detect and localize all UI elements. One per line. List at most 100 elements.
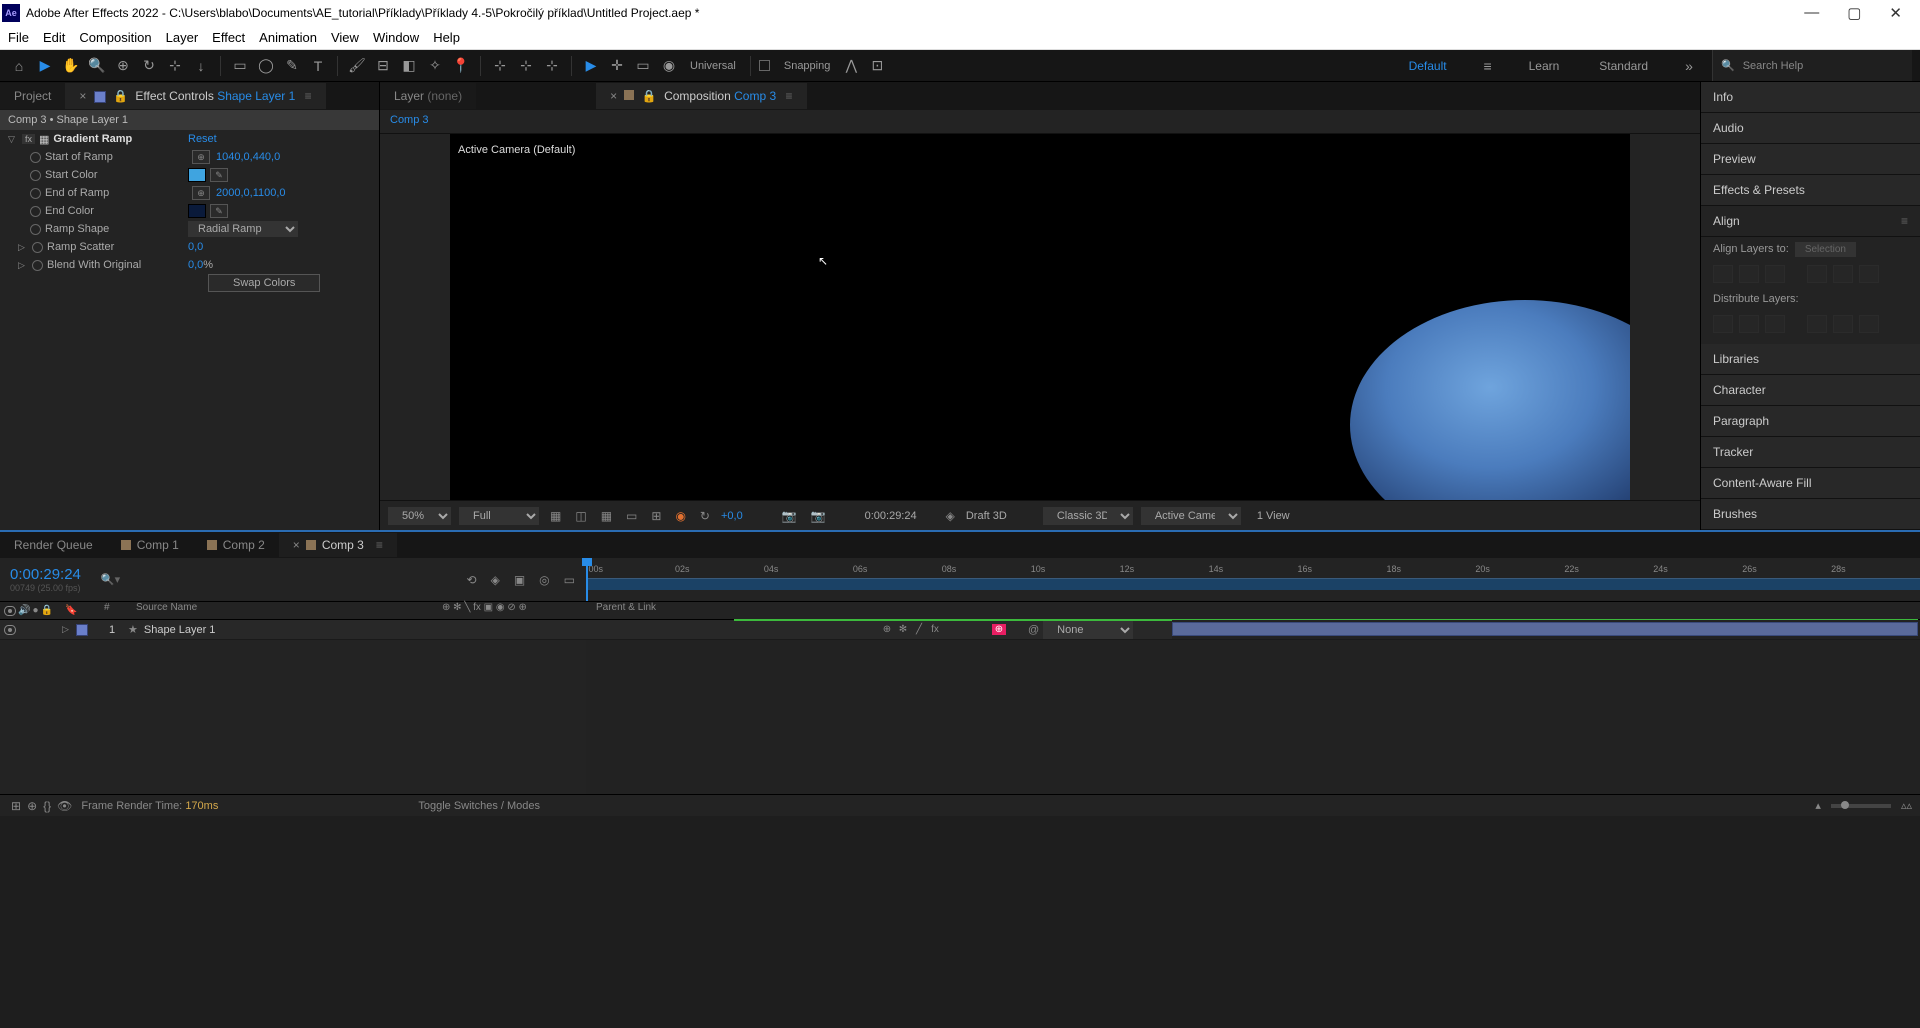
panel-brushes[interactable]: Brushes (1701, 499, 1920, 530)
guides-icon[interactable]: ▭ (623, 509, 640, 523)
workspace-menu-icon[interactable]: ≡ (1477, 55, 1499, 77)
time-ruler[interactable]: :00s02s04s06s08s10s12s14s16s18s20s22s24s… (586, 558, 1920, 601)
exposure-value[interactable]: +0,0 (721, 510, 743, 522)
plus-icon[interactable]: ✛ (606, 55, 628, 77)
crosshair-icon[interactable]: ⊕ (192, 186, 210, 200)
home-tool[interactable]: ⌂ (8, 55, 30, 77)
audio-col-icon[interactable]: 🔊 (18, 605, 30, 616)
draft3d-icon[interactable]: ◈ (943, 509, 958, 523)
reset-exposure-icon[interactable]: ↻ (697, 509, 713, 523)
current-timecode[interactable]: 0:00:29:24 (10, 566, 81, 583)
minimize-button[interactable]: — (1804, 4, 1819, 22)
timeline-empty-area[interactable] (0, 640, 1920, 794)
panel-preview[interactable]: Preview (1701, 144, 1920, 175)
sw-shy[interactable]: ⊕ (880, 624, 894, 635)
grid-icon[interactable]: ▦ (598, 509, 615, 523)
video-col-icon[interactable] (4, 606, 16, 616)
zoom-in-icon[interactable]: ▵▵ (1901, 799, 1912, 812)
zoom-select[interactable]: 50% (388, 507, 451, 525)
parent-select[interactable]: None (1043, 621, 1133, 639)
layer-visibility-toggle[interactable] (4, 625, 16, 635)
reset-link[interactable]: Reset (188, 133, 217, 145)
footer-ic2[interactable]: ⊕ (24, 799, 40, 813)
menu-layer[interactable]: Layer (166, 30, 199, 45)
shy-icon[interactable]: ⟲ (464, 573, 480, 587)
start-color-swatch[interactable] (188, 168, 206, 182)
dist-left-icon[interactable] (1713, 315, 1733, 333)
workspace-standard[interactable]: Standard (1589, 55, 1658, 77)
view-axis-icon[interactable]: ⊹ (541, 55, 563, 77)
align-selection-dropdown[interactable]: Selection (1795, 242, 1856, 257)
dist-bottom-icon[interactable] (1859, 315, 1879, 333)
footer-ic3[interactable]: {} (40, 799, 54, 813)
maximize-button[interactable]: ▢ (1847, 4, 1861, 22)
layer-name[interactable]: Shape Layer 1 (144, 624, 216, 636)
prop-ramp-scatter[interactable]: ▷ Ramp Scatter 0,0 (0, 238, 379, 256)
close-button[interactable]: ✕ (1889, 4, 1902, 22)
ramp-shape-select[interactable]: Radial Ramp (188, 221, 298, 237)
motion-blur-icon[interactable]: ▣ (511, 573, 528, 587)
tab-comp1[interactable]: Comp 1 (107, 533, 193, 557)
menu-window[interactable]: Window (373, 30, 419, 45)
prop-start-of-ramp[interactable]: Start of Ramp ⊕ 1040,0,440,0 (0, 148, 379, 166)
prop-ramp-shape[interactable]: Ramp Shape Radial Ramp (0, 220, 379, 238)
panel-effects-presets[interactable]: Effects & Presets (1701, 175, 1920, 206)
clone-tool[interactable]: ⊟ (372, 55, 394, 77)
view-count[interactable]: 1 View (1257, 510, 1290, 522)
footer-ic4[interactable]: 👁 (54, 799, 75, 813)
col-parent[interactable]: Parent & Link (586, 602, 734, 619)
anchor-tool[interactable]: ↓ (190, 55, 212, 77)
selection-tool[interactable]: ▶ (34, 55, 56, 77)
end-color-swatch[interactable] (188, 204, 206, 218)
panel-info[interactable]: Info (1701, 82, 1920, 113)
menu-composition[interactable]: Composition (79, 30, 151, 45)
snap-opt-icon[interactable]: ⋀ (840, 55, 862, 77)
zoom-tool[interactable]: 🔍 (86, 55, 108, 77)
puppet-tool[interactable]: 📍 (450, 55, 472, 77)
composition-viewer[interactable]: Active Camera (Default) ↖ (450, 134, 1630, 500)
tab-project[interactable]: Project (0, 83, 65, 109)
sw-collapse[interactable]: ✻ (896, 624, 910, 635)
preview-timecode[interactable]: 0:00:29:24 (865, 510, 917, 522)
sw-fx[interactable]: fx (928, 624, 942, 635)
graph-icon[interactable]: ◎ (536, 573, 552, 587)
draft3d-label[interactable]: Draft 3D (966, 510, 1007, 522)
panel-align[interactable]: Align≡ (1701, 206, 1920, 237)
renderer-select[interactable]: Classic 3D (1043, 507, 1133, 525)
pan-behind-tool[interactable]: ⊹ (164, 55, 186, 77)
panel-content-aware-fill[interactable]: Content-Aware Fill (1701, 468, 1920, 499)
align-top-icon[interactable] (1807, 265, 1827, 283)
menu-help[interactable]: Help (433, 30, 460, 45)
layer-row-1[interactable]: ▷ 1 ★ Shape Layer 1 ⊕ ✻ ╱ fx ⊕ @ None (0, 620, 1920, 640)
footer-ic1[interactable]: ⊞ (8, 799, 24, 813)
tab-layer[interactable]: Layer (none) (380, 83, 476, 109)
align-left-icon[interactable] (1713, 265, 1733, 283)
prop-end-of-ramp[interactable]: End of Ramp ⊕ 2000,0,1100,0 (0, 184, 379, 202)
hand-tool[interactable]: ✋ (60, 55, 82, 77)
timeline-search[interactable]: 🔍▾ (101, 573, 428, 586)
dist-hcenter-icon[interactable] (1739, 315, 1759, 333)
shape-layer-sphere[interactable] (1350, 300, 1630, 500)
snapping-checkbox[interactable] (759, 60, 770, 71)
col-num[interactable]: # (100, 602, 124, 619)
menu-view[interactable]: View (331, 30, 359, 45)
composition-breadcrumb[interactable]: Comp 3 (380, 110, 1700, 134)
show-snapshot-icon[interactable]: 📷 (808, 509, 829, 523)
camera-select[interactable]: Active Camer... (1141, 507, 1241, 525)
mask-icon[interactable]: ◫ (572, 509, 589, 523)
col-source-name[interactable]: Source Name (124, 602, 438, 619)
pen-tool[interactable]: ✎ (281, 55, 303, 77)
playhead[interactable] (586, 558, 588, 601)
eraser-tool[interactable]: ◧ (398, 55, 420, 77)
color-mgmt-icon[interactable]: ◉ (672, 509, 688, 523)
align-right-icon[interactable] (1765, 265, 1785, 283)
panel-paragraph[interactable]: Paragraph (1701, 406, 1920, 437)
channel-icon[interactable]: ⊞ (648, 509, 664, 523)
move-icon[interactable]: ▶ (580, 55, 602, 77)
zoom-slider[interactable] (1831, 804, 1891, 808)
transparency-icon[interactable]: ▦ (547, 509, 564, 523)
roto-tool[interactable]: ✧ (424, 55, 446, 77)
menu-animation[interactable]: Animation (259, 30, 317, 45)
ellipse-tool[interactable]: ◯ (255, 55, 277, 77)
orbit-tool[interactable]: ⊕ (112, 55, 134, 77)
